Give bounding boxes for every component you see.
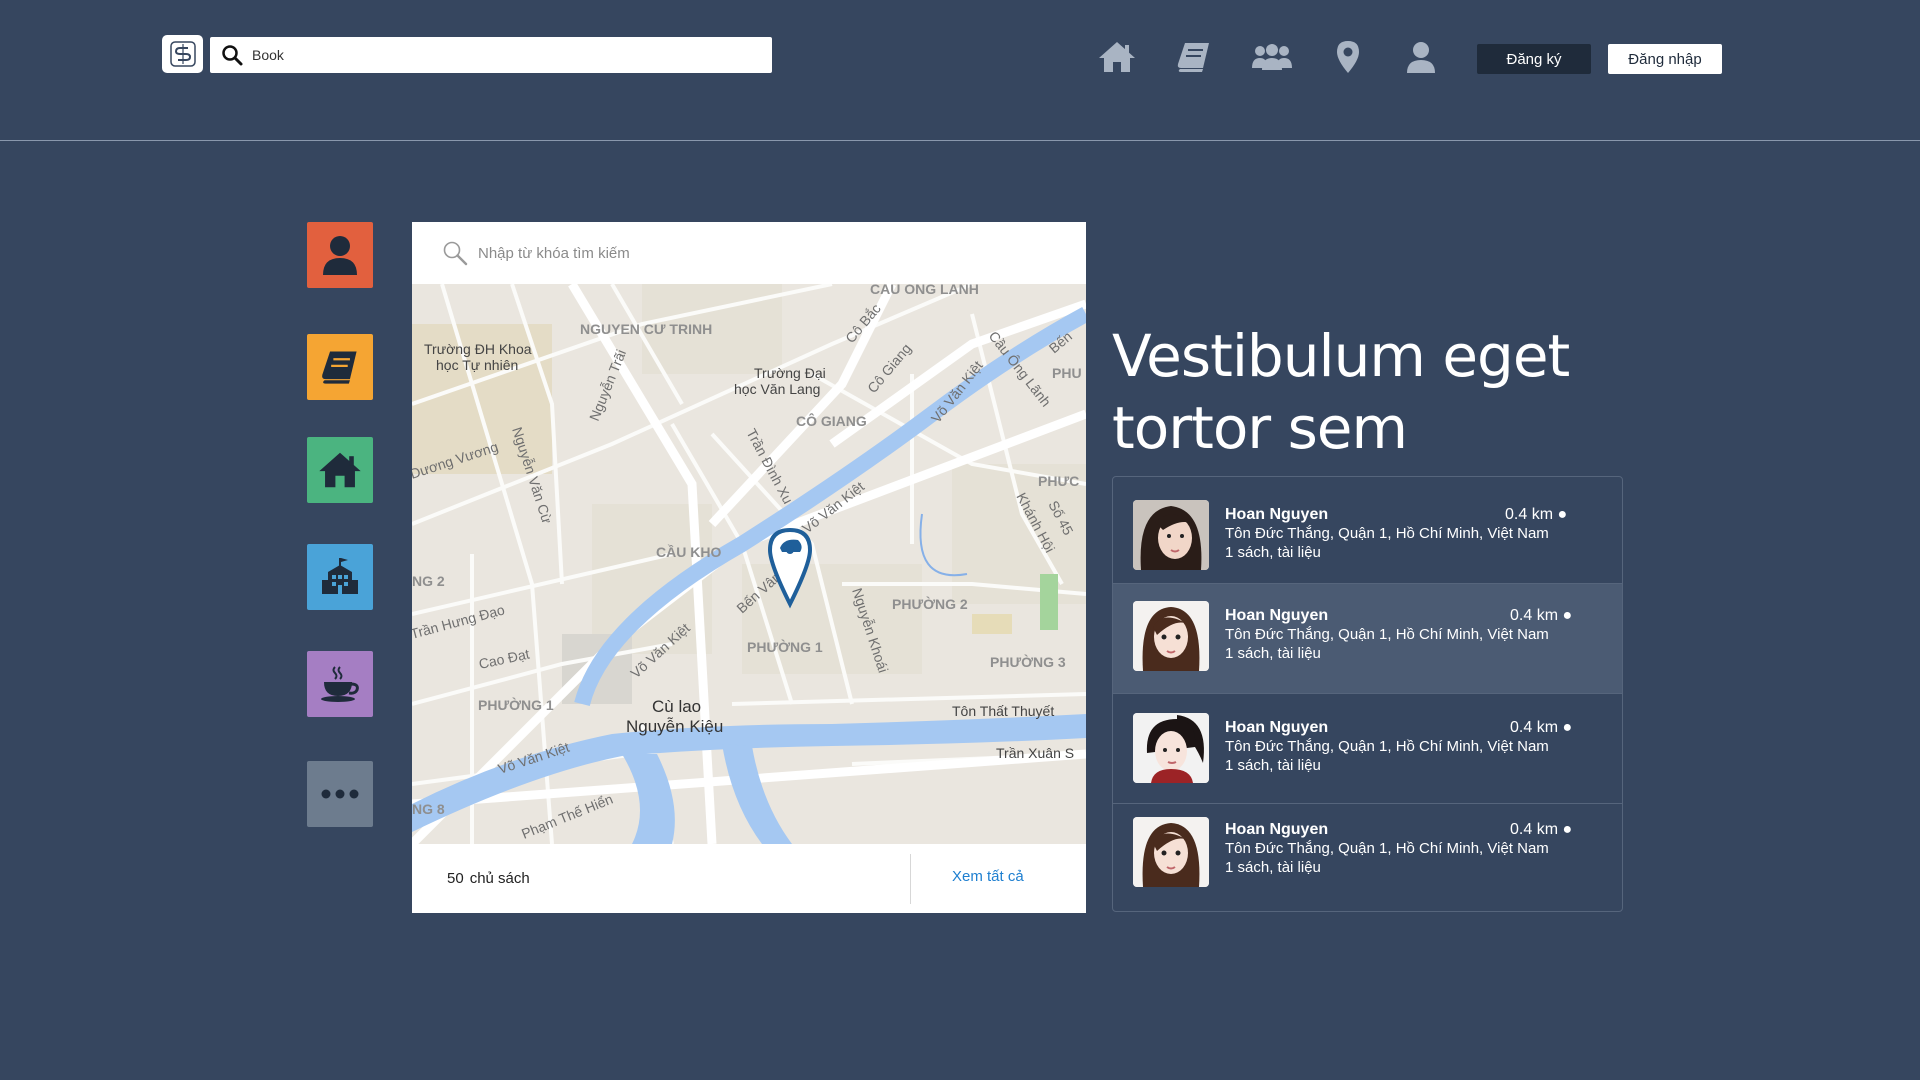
user-distance: 0.4 km ● [1510,719,1573,736]
home-icon [319,452,361,488]
category-books[interactable] [307,334,373,400]
global-search-input[interactable] [252,47,752,63]
map-label: PHƯỜNG 2 [892,595,968,612]
map-footer: 50 chủ sách Xem tất cả [412,844,1086,913]
logo-icon[interactable] [162,35,203,73]
user-book-count: 1 sách, tài liệu [1225,544,1321,561]
map-label: CÔ GIANG [796,412,867,429]
user-distance: 0.4 km ● [1510,821,1573,838]
register-button[interactable]: Đăng ký [1477,44,1591,74]
top-navigation-bar: Đăng ký Đăng nhập [0,0,1920,141]
home-icon[interactable] [1095,38,1139,76]
list-item[interactable]: Hoan Nguyen 0.4 km ● Tôn Đức Thắng, Quận… [1113,477,1622,584]
user-address: Tôn Đức Thắng, Quận 1, Hồ Chí Minh, Việt… [1225,525,1549,542]
owner-count-label: chủ sách [469,870,530,887]
map-label: NG 2 [412,573,445,589]
distance-value: 0.4 km [1510,821,1559,838]
map-label: học Tự nhiên [436,357,518,373]
map-label: PHƯỜNG 1 [747,638,823,655]
search-icon[interactable] [442,240,468,266]
see-all-link[interactable]: Xem tất cả [952,868,1024,885]
map-label: NGUYEN CƯ TRINH [580,321,712,337]
map-label: PHƯỜNG 3 [990,653,1066,670]
building-icon [322,558,358,594]
map-label: NG 8 [412,801,445,817]
map-label: CAU ONG LANH [870,284,979,297]
user-icon [323,236,357,275]
category-home[interactable] [307,437,373,503]
map-label: CẦU KHO [656,544,721,560]
avatar [1133,713,1209,783]
search-icon[interactable] [220,43,244,67]
distance-value: 0.4 km [1510,719,1559,736]
owner-count: 50 chủ sách [447,870,536,887]
user-address: Tôn Đức Thắng, Quận 1, Hồ Chí Minh, Việt… [1225,840,1549,857]
map-label: PHƯỜNG 1 [478,696,554,713]
map-view[interactable]: CAU ONG LANH NGUYEN CƯ TRINH Trường ĐH K… [412,284,1086,844]
user-name: Hoan Nguyen [1225,607,1329,624]
avatar [1133,817,1209,887]
category-people[interactable] [307,222,373,288]
category-school[interactable] [307,544,373,610]
user-icon[interactable] [1399,38,1443,76]
list-item[interactable]: Hoan Nguyen 0.4 km ● Tôn Đức Thắng, Quận… [1113,584,1622,694]
coffee-cup-icon [321,666,359,702]
login-button[interactable]: Đăng nhập [1608,44,1722,74]
footer-divider [910,854,911,904]
map-label: Tôn Thất Thuyết [952,703,1054,719]
distance-value: 0.4 km [1510,607,1559,624]
map-label: học Văn Lang [734,381,820,397]
users-icon[interactable] [1250,38,1294,76]
owner-count-number: 50 [447,870,464,887]
avatar [1133,601,1209,671]
map-label: Trường ĐH Khoa [424,341,532,357]
map-label: PHU [1052,365,1082,381]
user-address: Tôn Đức Thắng, Quận 1, Hồ Chí Minh, Việt… [1225,626,1549,643]
page-headline: Vestibulum eget tortor sem [1112,322,1570,462]
avatar [1133,500,1209,570]
map-search-input[interactable] [478,244,1038,262]
user-book-count: 1 sách, tài liệu [1225,645,1321,662]
location-pin-icon[interactable] [1326,38,1370,76]
user-book-count: 1 sách, tài liệu [1225,757,1321,774]
user-distance: 0.4 km ● [1505,506,1568,523]
user-name: Hoan Nguyen [1225,506,1329,523]
distance-value: 0.4 km [1505,506,1554,523]
category-cafe[interactable] [307,651,373,717]
map-label: Cù lao [652,697,701,716]
book-icon[interactable] [1172,38,1216,76]
map-label: PHƯC [1038,473,1079,489]
user-address: Tôn Đức Thắng, Quận 1, Hồ Chí Minh, Việt… [1225,738,1549,755]
user-book-count: 1 sách, tài liệu [1225,859,1321,876]
map-label: Trần Xuân S [996,745,1074,761]
map-label: Trường Đại [754,365,826,381]
more-icon [321,789,359,799]
user-name: Hoan Nguyen [1225,821,1329,838]
list-item[interactable]: Hoan Nguyen 0.4 km ● Tôn Đức Thắng, Quận… [1113,804,1622,911]
list-item[interactable]: Hoan Nguyen 0.4 km ● Tôn Đức Thắng, Quận… [1113,694,1622,804]
map-panel: CAU ONG LANH NGUYEN CƯ TRINH Trường ĐH K… [412,222,1086,913]
category-more[interactable] [307,761,373,827]
map-search-bar [412,222,1086,284]
user-distance: 0.4 km ● [1510,607,1573,624]
global-search-bar [210,37,772,73]
book-icon [322,351,357,384]
book-owner-list: Hoan Nguyen 0.4 km ● Tôn Đức Thắng, Quận… [1112,476,1623,912]
user-name: Hoan Nguyen [1225,719,1329,736]
map-label: Nguyễn Kiệu [626,717,723,736]
